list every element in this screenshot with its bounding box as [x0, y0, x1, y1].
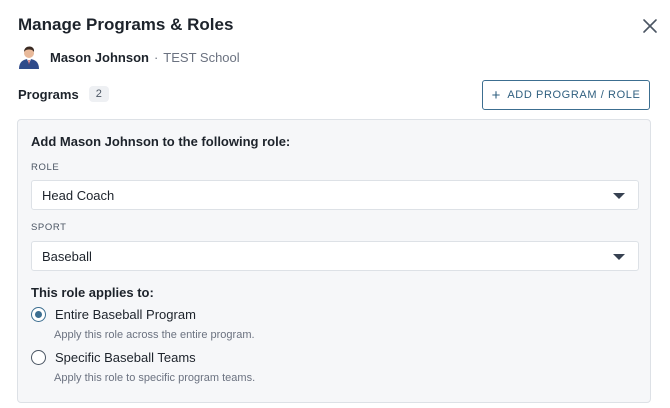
radio-label: Entire Baseball Program	[55, 307, 196, 322]
radio-help-text: Apply this role across the entire progra…	[54, 329, 255, 341]
sport-select[interactable]: Baseball	[31, 241, 639, 271]
avatar	[19, 46, 39, 69]
programs-header: Programs 2	[18, 86, 109, 102]
sport-field-label: SPORT	[31, 222, 67, 233]
chevron-down-icon	[613, 193, 625, 199]
user-separator: ·	[153, 49, 159, 65]
add-program-role-button[interactable]: + ADD PROGRAM / ROLE	[482, 80, 650, 110]
panel-heading: Add Mason Johnson to the following role:	[31, 134, 291, 149]
radio-label: Specific Baseball Teams	[55, 350, 196, 365]
sport-select-value: Baseball	[42, 248, 92, 264]
radio-specific-teams[interactable]: Specific Baseball Teams	[31, 350, 196, 365]
programs-count-badge: 2	[88, 86, 109, 102]
role-select[interactable]: Head Coach	[31, 180, 639, 210]
close-icon[interactable]	[640, 16, 660, 36]
role-select-value: Head Coach	[42, 187, 115, 203]
add-role-panel: Add Mason Johnson to the following role:…	[17, 119, 651, 403]
radio-help-text: Apply this role to specific program team…	[54, 372, 256, 384]
applies-to-label: This role applies to:	[31, 285, 154, 300]
user-name: Mason Johnson	[50, 49, 149, 65]
role-field-label: ROLE	[31, 162, 60, 173]
dialog-title: Manage Programs & Roles	[18, 15, 234, 34]
radio-button-checked[interactable]	[31, 307, 46, 322]
user-school: TEST School	[163, 49, 240, 65]
add-program-role-label: ADD PROGRAM / ROLE	[507, 89, 641, 101]
radio-button[interactable]	[31, 350, 46, 365]
chevron-down-icon	[613, 254, 625, 260]
radio-entire-program[interactable]: Entire Baseball Program	[31, 307, 196, 322]
user-info: Mason Johnson · TEST School	[18, 44, 240, 70]
programs-label: Programs	[18, 86, 79, 102]
plus-icon: +	[491, 86, 501, 104]
